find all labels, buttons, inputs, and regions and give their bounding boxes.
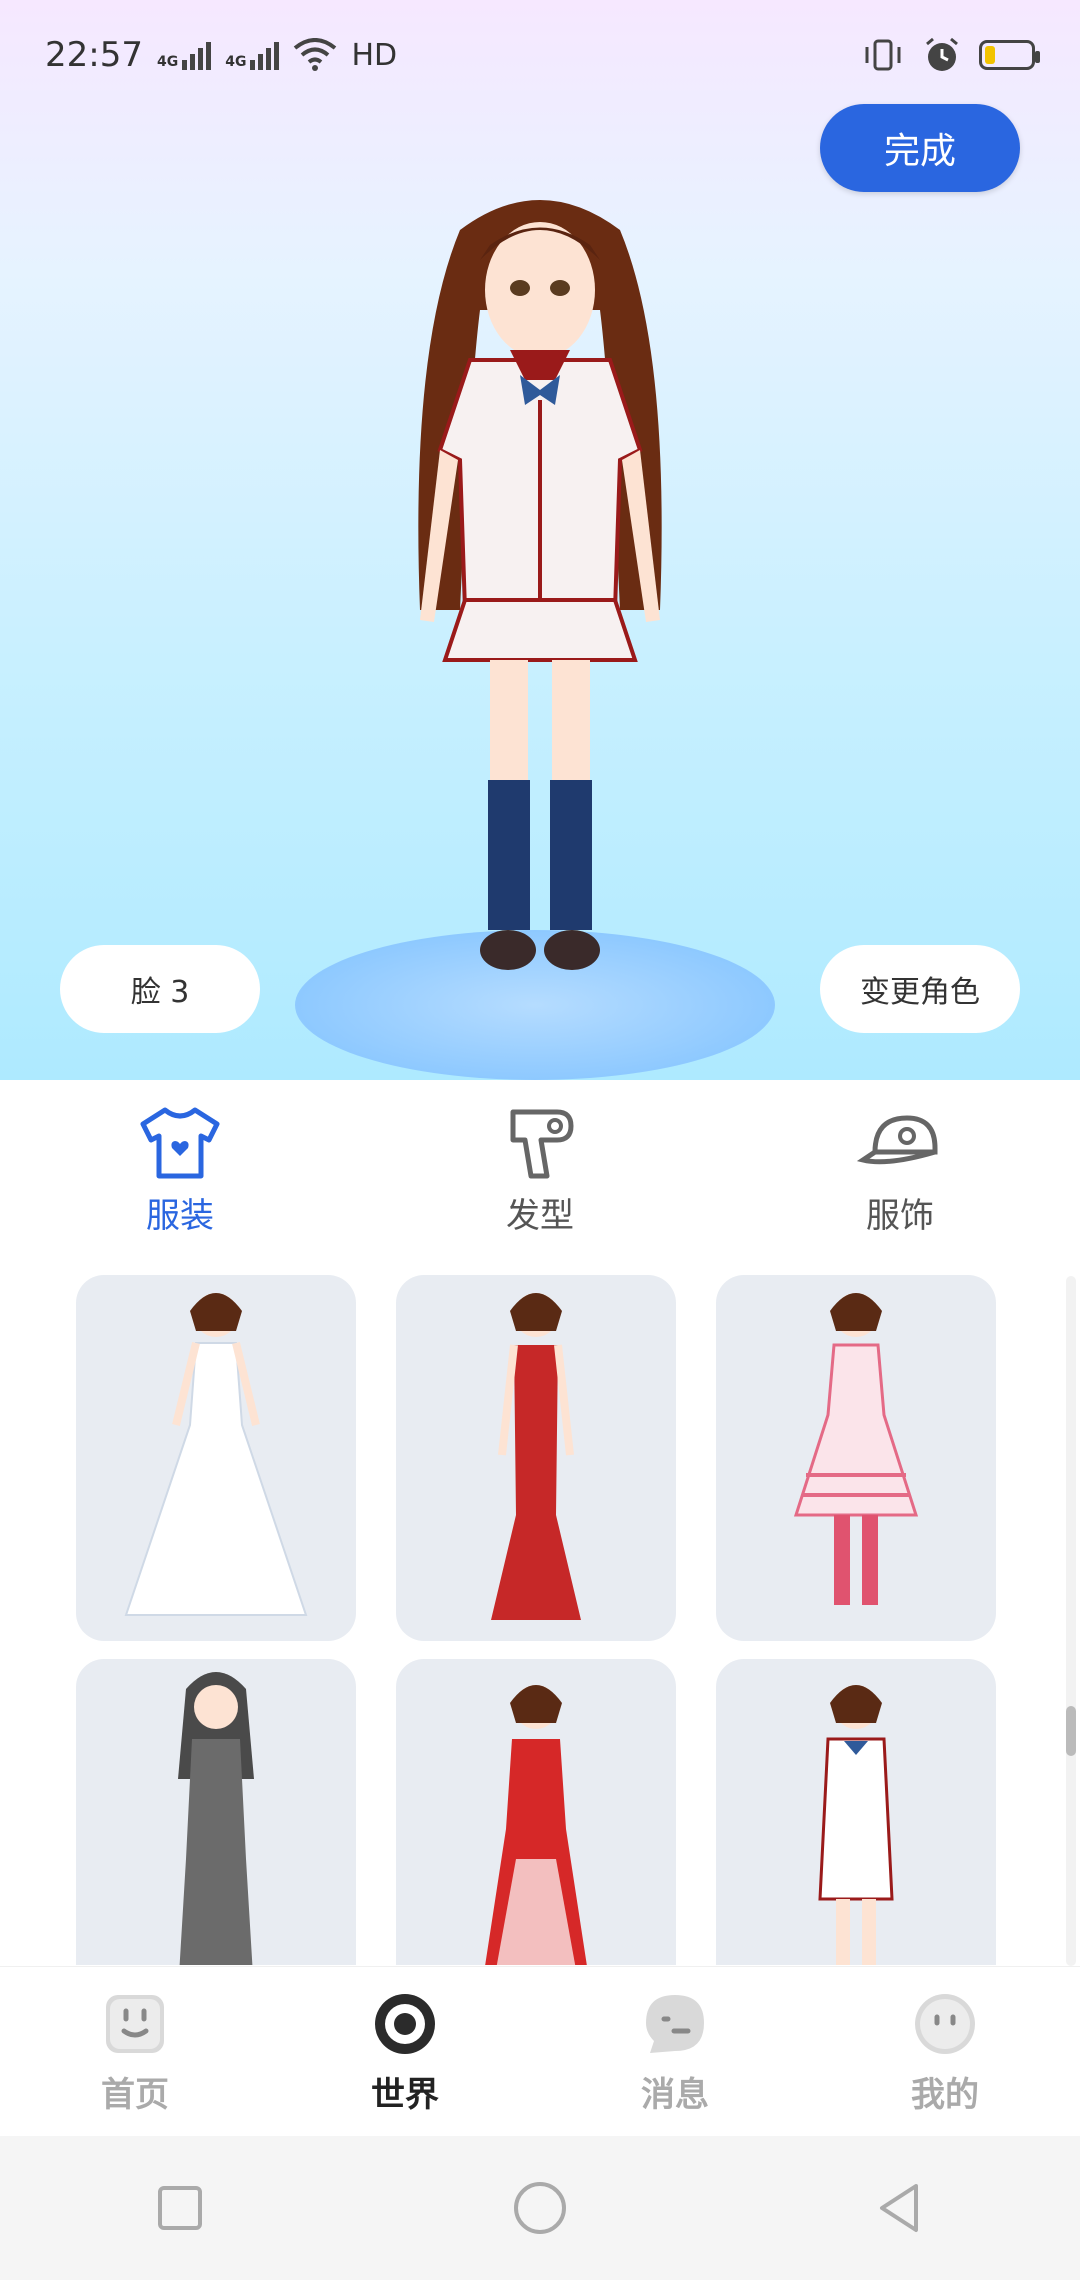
hairdryer-icon bbox=[510, 1109, 574, 1178]
outfit-card-red-evening-gown[interactable] bbox=[396, 1275, 676, 1641]
cap-icon bbox=[857, 1114, 938, 1164]
tab-clothing[interactable]: 服装 bbox=[70, 1104, 290, 1237]
outfit-thumbnail bbox=[124, 1293, 308, 1616]
character-preview[interactable]: 完成 脸 3 变更角色 bbox=[0, 0, 1080, 1080]
nav-profile[interactable]: 我的 bbox=[855, 1989, 1035, 2116]
vibrate-icon bbox=[865, 39, 901, 71]
outfit-card-gray-nun-dress[interactable] bbox=[76, 1659, 356, 1965]
nav-label: 世界 bbox=[371, 2074, 439, 2115]
hd-indicator: HD bbox=[351, 37, 398, 73]
shirt-icon bbox=[140, 1107, 220, 1178]
nav-home[interactable]: 首页 bbox=[45, 1989, 225, 2116]
tab-label: 发型 bbox=[506, 1195, 574, 1236]
back-icon[interactable] bbox=[870, 2178, 930, 2238]
tab-hairstyle[interactable]: 发型 bbox=[430, 1104, 650, 1237]
home-icon[interactable] bbox=[510, 2178, 570, 2238]
outfit-card-white-wedding-dress[interactable] bbox=[76, 1275, 356, 1641]
change-character-button[interactable]: 变更角色 bbox=[820, 945, 1020, 1033]
scrollbar-thumb[interactable] bbox=[1066, 1706, 1076, 1756]
face-selector-button[interactable]: 脸 3 bbox=[60, 945, 260, 1033]
recents-icon[interactable] bbox=[150, 2178, 210, 2238]
outfit-thumbnail bbox=[793, 1293, 919, 1605]
outfit-thumbnail bbox=[491, 1293, 581, 1620]
outfit-grid-scrollbar[interactable] bbox=[1066, 1276, 1076, 1966]
nav-label: 我的 bbox=[911, 2074, 979, 2115]
nav-world[interactable]: 世界 bbox=[315, 1989, 495, 2116]
bottom-nav: 首页 世界 消息 我的 bbox=[0, 1966, 1080, 2137]
battery-icon bbox=[979, 40, 1040, 70]
tab-label: 服装 bbox=[146, 1195, 214, 1236]
tab-label: 服饰 bbox=[866, 1195, 934, 1236]
system-nav-bar bbox=[0, 2136, 1080, 2280]
message-icon bbox=[646, 1994, 704, 2053]
signal-icon: 4G bbox=[157, 40, 212, 70]
profile-icon bbox=[915, 1993, 975, 2054]
alarm-icon bbox=[926, 37, 958, 71]
status-bar: 22:57 4G 4G HD bbox=[0, 0, 1080, 110]
nav-messages[interactable]: 消息 bbox=[585, 1989, 765, 2116]
outfit-card-red-princess-dress[interactable] bbox=[396, 1659, 676, 1965]
signal-icon-2: 4G bbox=[225, 40, 280, 70]
nav-label: 消息 bbox=[641, 2074, 709, 2115]
status-time: 22:57 bbox=[45, 35, 143, 75]
outfit-card-pink-lolita-dress[interactable] bbox=[716, 1275, 996, 1641]
outfit-thumbnail bbox=[485, 1685, 587, 1965]
category-tabs: 服装 发型 服饰 bbox=[0, 1080, 1080, 1260]
outfit-thumbnail bbox=[178, 1672, 254, 1965]
outfit-grid bbox=[76, 1275, 1006, 1965]
character-model bbox=[418, 200, 662, 970]
home-face-icon bbox=[106, 1994, 164, 2053]
outfit-thumbnail bbox=[818, 1685, 894, 1965]
tab-accessories[interactable]: 服饰 bbox=[790, 1104, 1010, 1237]
done-button[interactable]: 完成 bbox=[820, 104, 1020, 192]
wifi-icon bbox=[294, 38, 337, 71]
world-icon bbox=[375, 1993, 435, 2054]
outfit-card-school-uniform[interactable] bbox=[716, 1659, 996, 1965]
nav-label: 首页 bbox=[101, 2074, 169, 2115]
